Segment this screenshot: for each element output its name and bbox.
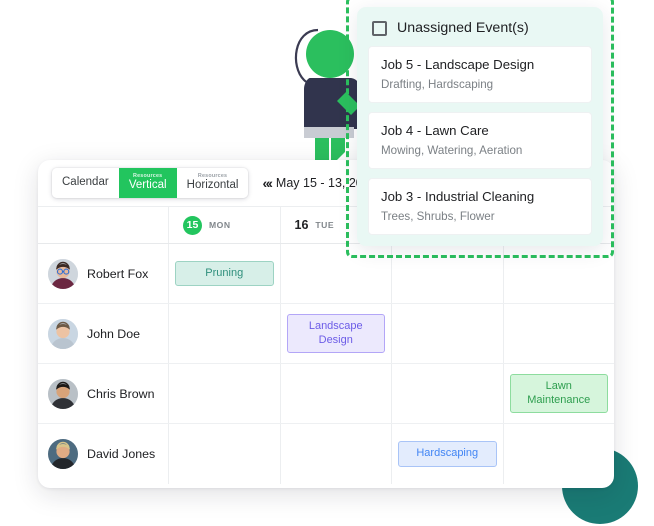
screenshot-stage: Calendar Resources Vertical Resources Ho… <box>0 0 654 526</box>
view-calendar-label: Calendar <box>62 176 109 189</box>
calendar-resource-row: Chris Brown Lawn Maintenance <box>38 364 614 424</box>
calendar-resource-row: David Jones Hardscaping <box>38 424 614 484</box>
calendar-resource-row: John Doe Landscape Design <box>38 304 614 364</box>
calendar-cell-r0-c1[interactable] <box>281 244 392 303</box>
unassigned-job-card[interactable]: Job 5 - Landscape Design Drafting, Hardsc… <box>368 46 592 103</box>
unassigned-panel-header: Unassigned Event(s) <box>368 16 592 46</box>
person-illustration <box>282 14 368 172</box>
resource-column-header <box>38 207 169 243</box>
calendar-cell-r2-c1[interactable] <box>281 364 392 423</box>
prev-period-icon[interactable]: «‹ <box>262 175 273 191</box>
calendar-cell-r3-c3[interactable] <box>504 424 615 484</box>
resource-name-1: John Doe <box>87 326 141 341</box>
unassigned-job-subtitle: Drafting, Hardscaping <box>381 78 494 91</box>
unassigned-job-list: Job 5 - Landscape Design Drafting, Hardsc… <box>368 46 592 235</box>
event-chip[interactable]: Pruning <box>175 260 274 287</box>
calendar-cell-r2-c0[interactable] <box>169 364 281 423</box>
unassigned-job-subtitle: Trees, Shrubs, Flower <box>381 210 495 223</box>
avatar-robert-fox-icon <box>48 258 78 289</box>
calendar-cell-r3-c0[interactable] <box>169 424 281 484</box>
unassigned-job-title: Job 3 - Industrial Cleaning <box>381 189 535 204</box>
resource-cell-1[interactable]: John Doe <box>38 304 169 363</box>
unassigned-job-title: Job 4 - Lawn Care <box>381 123 489 138</box>
view-switcher[interactable]: Calendar Resources Vertical Resources Ho… <box>52 168 249 198</box>
unassigned-job-subtitle: Mowing, Watering, Aeration <box>381 144 523 157</box>
view-resources-vertical-label: Vertical <box>128 178 167 191</box>
calendar-body: Robert Fox Pruning John Doe Landscape Desig… <box>38 244 614 484</box>
calendar-cell-r1-c2[interactable] <box>392 304 504 363</box>
event-chip[interactable]: Landscape Design <box>286 314 385 353</box>
event-chip[interactable]: Hardscaping <box>398 441 497 467</box>
calendar-cell-r2-c3[interactable]: Lawn Maintenance <box>504 364 615 423</box>
unassigned-events-panel: Unassigned Event(s) Job 5 - Landscape De… <box>357 7 603 246</box>
select-all-unassigned-checkbox[interactable] <box>372 20 387 36</box>
calendar-cell-r1-c1[interactable]: Landscape Design <box>281 304 392 363</box>
resource-name-3: David Jones <box>87 447 156 461</box>
calendar-cell-r2-c2[interactable] <box>392 364 504 423</box>
avatar-david-jones-icon <box>48 439 78 469</box>
calendar-cell-r1-c3[interactable] <box>504 304 615 363</box>
calendar-cell-r3-c1[interactable] <box>281 424 392 484</box>
calendar-cell-r0-c0[interactable]: Pruning <box>169 244 281 303</box>
day-number-1: 16 <box>294 218 309 232</box>
avatar-chris-brown-icon <box>48 378 78 409</box>
calendar-cell-r0-c3[interactable] <box>504 244 615 303</box>
calendar-cell-r0-c2[interactable] <box>392 244 504 303</box>
unassigned-panel-title: Unassigned Event(s) <box>397 20 529 36</box>
resource-name-0: Robert Fox <box>87 266 149 281</box>
unassigned-job-card[interactable]: Job 4 - Lawn Care Mowing, Watering, Aerat… <box>368 112 592 169</box>
day-number-badge-0: 15 <box>183 215 202 235</box>
resource-cell-2[interactable]: Chris Brown <box>38 364 169 423</box>
view-calendar-button[interactable]: Calendar <box>52 168 119 198</box>
view-resources-horizontal-label: Horizontal <box>186 178 239 191</box>
resource-name-2: Chris Brown <box>87 386 155 401</box>
view-resources-vertical-button[interactable]: Resources Vertical <box>118 168 177 198</box>
calendar-cell-r1-c0[interactable] <box>169 304 281 363</box>
avatar-john-doe-icon <box>48 318 78 349</box>
day-header-0: 15 MON <box>169 207 281 243</box>
day-name-1: TUE <box>315 220 335 230</box>
calendar-grid: 15 MON 16 TUE Robert Fox Pruning John Doe L… <box>38 206 614 484</box>
view-resources-horizontal-button[interactable]: Resources Horizontal <box>176 168 249 198</box>
calendar-resource-row: Robert Fox Pruning <box>38 244 614 304</box>
resource-cell-3[interactable]: David Jones <box>38 424 169 484</box>
event-chip[interactable]: Lawn Maintenance <box>509 374 608 413</box>
unassigned-job-title: Job 5 - Landscape Design <box>381 57 535 72</box>
day-name-0: MON <box>209 220 231 230</box>
resource-cell-0[interactable]: Robert Fox <box>38 244 169 303</box>
calendar-cell-r3-c2[interactable]: Hardscaping <box>392 424 504 484</box>
unassigned-job-card[interactable]: Job 3 - Industrial Cleaning Trees, Shrubs… <box>368 178 592 235</box>
